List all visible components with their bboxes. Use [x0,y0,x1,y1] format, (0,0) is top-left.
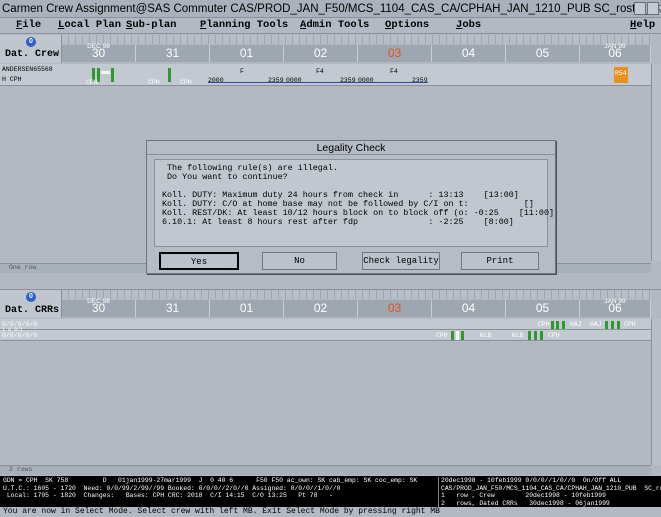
crew-day-header: DEC 98 30 [62,43,136,62]
menu-local-plan[interactable]: Local Plan [58,19,121,31]
dialog-rules: Koll. DUTY: Maximum duty 24 hours from c… [162,190,555,227]
pairing-block[interactable] [562,321,565,329]
menu-sub-plan[interactable]: Sub-plan [126,19,176,31]
pairing-leg [101,71,110,74]
pairing-block[interactable] [534,331,537,340]
crr-day-header-highlight: 03 [358,300,432,317]
dialog-title: Legality Check [147,141,555,155]
pairing-block[interactable] [551,321,554,329]
airport-label: KLB [480,332,492,339]
crr-vertical-scrollbar[interactable] [651,319,661,465]
crew-row-count: One row [9,264,37,271]
cph-label: CPH [180,79,192,86]
crr-day-header: 02 [284,300,358,317]
minimize-window-icon[interactable] [634,2,646,15]
crew-day-header-highlight: 03 [358,45,432,62]
crr-day-header: JAN 99 06 [580,298,651,317]
pairing-block[interactable] [111,68,114,82]
crr-day-header: 01 [210,300,284,317]
no-button[interactable]: No [262,252,337,270]
crr-row-id: 0/0/0/0/0 [2,332,38,339]
mode-message: You are now in Select Mode. Select crew … [0,507,661,517]
status-panel: GDN = CPH SK 758 D 01jan1999-27mar1999 J… [0,476,661,507]
menu-help[interactable]: Help [630,19,655,31]
activity-code: F [240,68,244,75]
crew-day-header: 04 [432,45,506,62]
crr-day-header: DEC 98 30 [62,298,136,317]
pairing-leg [456,331,459,340]
menu-options[interactable]: Options [385,19,429,31]
crr-day-header: 31 [136,300,210,317]
airport-label: CPH [624,321,636,328]
status-left: GDN = CPH SK 758 D 01jan1999-27mar1999 J… [3,477,418,500]
crew-day-header: JAN 99 06 [580,43,651,62]
crew-panel-label: Dat. Crew [4,49,59,60]
pairing-block[interactable] [605,321,608,329]
status-right: 20dec1998 - 10feb1999 0/0/0//1/0//0 On/O… [438,477,661,507]
maximize-window-icon[interactable] [647,2,659,15]
print-button[interactable]: Print [461,252,539,270]
menu-admin-tools[interactable]: Admin Tools [300,19,369,31]
pairing-block[interactable] [617,321,620,329]
crew-day-header: 31 [136,45,210,62]
crew-base: H CPH [2,76,22,83]
crr-panel-label: Dat. CRRs [4,305,59,316]
crew-time-ticks [62,35,651,44]
duty-timeline [208,82,428,83]
activity-code: F4 [390,68,398,75]
window-title: Carmen Crew Assignment@SAS Commuter CAS/… [2,2,661,15]
time-label: 2359 [268,77,284,84]
pairing-block[interactable] [611,321,614,329]
crr-count-badge: 0 [26,292,36,302]
time-label: 0000 [286,77,302,84]
activity-code: F4 [316,68,324,75]
window-titlebar: Carmen Crew Assignment@SAS Commuter CAS/… [0,0,661,18]
pairing-block[interactable] [540,331,543,340]
pairing-block[interactable] [461,331,464,340]
crr-day-header: 04 [432,300,506,317]
legality-check-dialog: Legality Check The following rule(s) are… [146,140,556,274]
time-label: 2359 [412,77,428,84]
airport-label: CPH [538,321,550,328]
airport-label: CPH [436,332,448,339]
crew-day-header: 02 [284,45,358,62]
pairing-block[interactable] [556,321,559,329]
crew-count-badge: 0 [26,37,36,47]
rest-code: R54 [615,70,627,77]
crr-day-header: 05 [506,300,580,317]
airport-label: CPH [548,332,560,339]
menu-planning-tools[interactable]: Planning Tools [200,19,288,31]
pairing-block[interactable] [451,331,454,340]
crew-day-header: 01 [210,45,284,62]
dialog-message: The following rule(s) are illegal. Do Yo… [167,163,338,182]
crew-vertical-scrollbar[interactable] [651,64,661,261]
crew-name: ANDERSEN65568 [2,66,53,73]
airport-label: HAJ [570,321,582,328]
pairing-block[interactable] [168,68,171,82]
dialog-body: The following rule(s) are illegal. Do Yo… [154,159,555,247]
time-label: 2000 [208,77,224,84]
crr-row-count: 2 rows [9,466,33,473]
menu-bar: File Local Plan Sub-plan Planning Tools … [0,18,661,34]
yes-button[interactable]: Yes [159,252,239,270]
cph-label: CPH [86,79,98,86]
check-legality-button[interactable]: Check legality [362,252,440,270]
time-label: 2359 [340,77,356,84]
menu-jobs[interactable]: Jobs [456,19,481,31]
pairing-block[interactable] [528,331,531,340]
crr-time-ticks [62,290,651,299]
crr-horizontal-scrollbar[interactable] [0,465,651,475]
menu-file[interactable]: File [16,19,41,31]
airport-label: KLB [512,332,524,339]
airport-label: HAJ [590,321,602,328]
crew-day-header: 05 [506,45,580,62]
time-label: 0000 [358,77,374,84]
cph-label: CPH [148,79,160,86]
crr-panel: 0 Dat. CRRs DEC 98 30 31 01 02 03 04 05 J… [0,289,661,475]
